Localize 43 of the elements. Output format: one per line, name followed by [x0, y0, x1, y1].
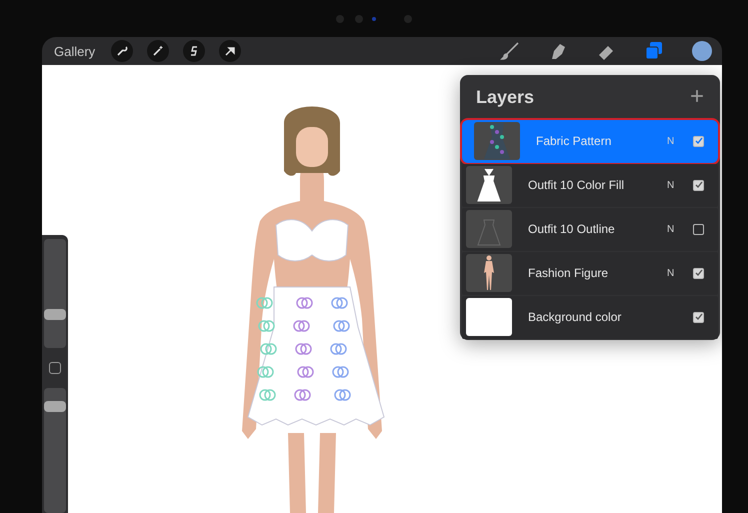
visibility-checkbox[interactable]	[693, 136, 704, 147]
gallery-link[interactable]: Gallery	[54, 44, 96, 58]
check-icon	[694, 313, 702, 322]
wrench-button[interactable]	[111, 40, 134, 62]
check-icon	[694, 137, 702, 146]
slider-thumb[interactable]	[44, 309, 66, 320]
brush-icon	[500, 41, 520, 61]
blend-mode[interactable]: N	[667, 224, 693, 235]
dress-icon	[477, 167, 501, 204]
check-icon	[694, 181, 702, 190]
transform-button[interactable]	[219, 40, 242, 62]
blend-mode[interactable]: N	[667, 268, 693, 279]
magic-wand-icon	[152, 45, 164, 57]
visibility-checkbox[interactable]	[693, 224, 704, 235]
selection-button[interactable]	[183, 40, 206, 62]
layer-row[interactable]: Fashion Figure N	[462, 252, 718, 295]
pattern-icon	[482, 123, 512, 160]
camera-icon	[335, 14, 413, 24]
slider-thumb[interactable]	[44, 400, 66, 412]
layer-row[interactable]: Background color	[462, 296, 718, 339]
brush-size-slider[interactable]	[44, 239, 66, 348]
add-layer-button[interactable]: +	[690, 83, 704, 112]
panel-title: Layers	[476, 86, 534, 108]
layer-name: Fabric Pattern	[536, 134, 612, 148]
layer-row[interactable]: Outfit 10 Outline N	[462, 208, 718, 251]
layer-name: Fashion Figure	[528, 266, 610, 280]
arrow-icon	[224, 45, 236, 57]
color-button[interactable]	[692, 41, 712, 61]
figure-icon	[482, 255, 496, 292]
check-icon	[694, 269, 702, 278]
layer-name: Outfit 10 Color Fill	[528, 178, 626, 192]
opacity-slider[interactable]	[44, 388, 66, 513]
visibility-checkbox[interactable]	[693, 268, 704, 279]
layer-thumbnail	[466, 298, 512, 336]
layer-row[interactable]: Outfit 10 Color Fill N	[462, 164, 718, 207]
layers-icon	[644, 41, 664, 61]
visibility-checkbox[interactable]	[693, 180, 704, 191]
modify-button[interactable]	[49, 362, 61, 374]
blend-mode[interactable]: N	[667, 180, 693, 191]
visibility-checkbox[interactable]	[693, 312, 704, 323]
layer-name: Background color	[528, 310, 622, 324]
magic-wand-button[interactable]	[147, 40, 170, 62]
layer-name: Outfit 10 Outline	[528, 222, 616, 236]
